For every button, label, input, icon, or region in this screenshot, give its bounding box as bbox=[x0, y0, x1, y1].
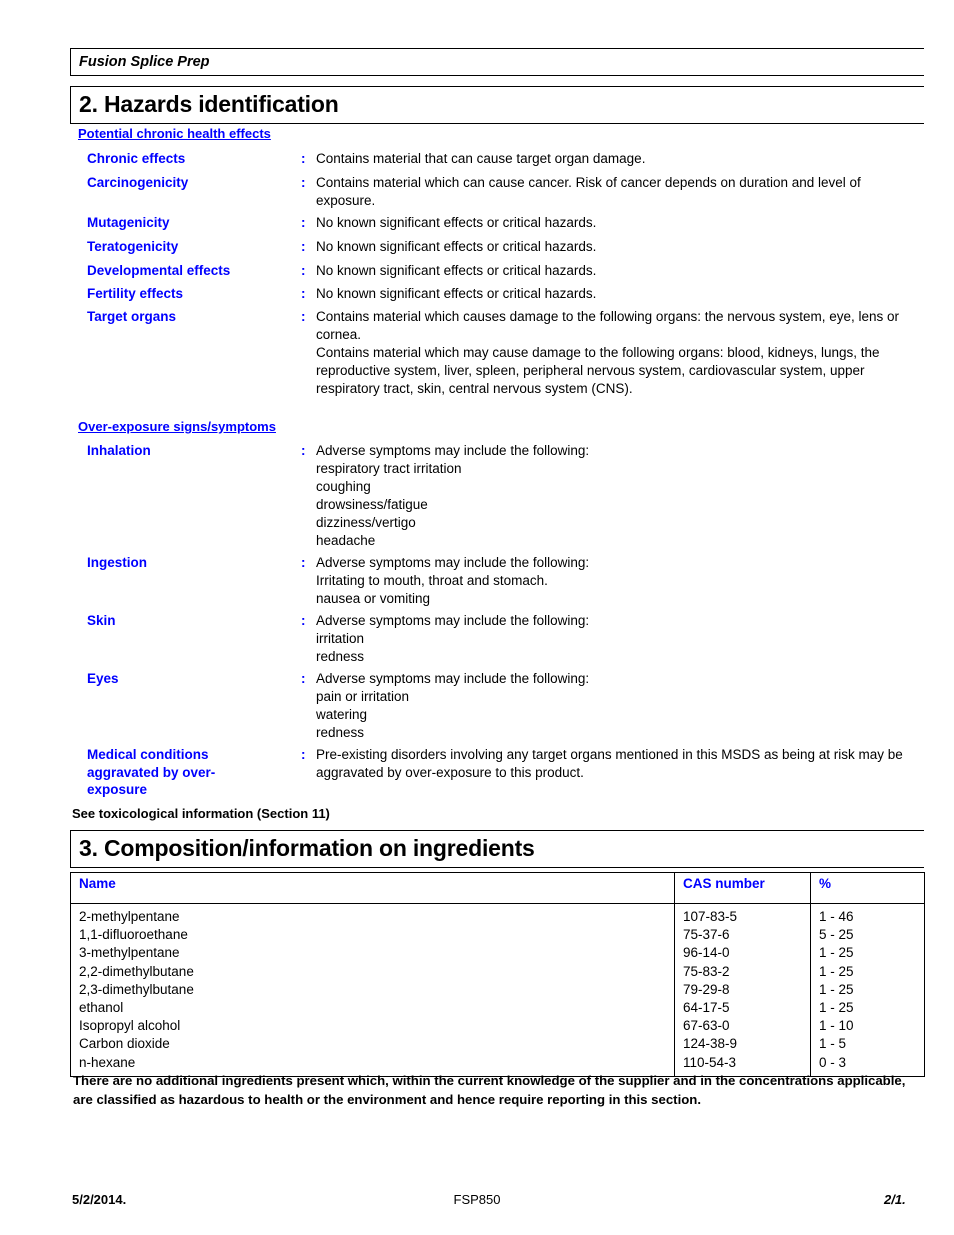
row-label-inhalation: Inhalation bbox=[87, 443, 151, 458]
table-row: 1,1-difluoroethane 75-37-6 5 - 25 bbox=[70, 926, 925, 945]
table-body: 2-methylpentane 107-83-5 1 - 46 1,1-difl… bbox=[70, 903, 925, 1077]
cell-cas: 64-17-5 bbox=[674, 999, 811, 1018]
cell-cas: 96-14-0 bbox=[674, 944, 811, 963]
cell-pct: 1 - 25 bbox=[810, 944, 925, 963]
ingredients-table: Name CAS number % 2-methylpentane 107-83… bbox=[70, 872, 925, 1077]
cell-pct: 1 - 10 bbox=[810, 1017, 925, 1036]
cell-pct: 5 - 25 bbox=[810, 926, 925, 945]
table-header-row: Name CAS number % bbox=[70, 872, 925, 904]
section-3-header: 3. Composition/information on ingredient… bbox=[70, 830, 924, 868]
cell-name: 2,3-dimethylbutane bbox=[70, 980, 675, 1000]
ingredients-disclaimer: There are no additional ingredients pres… bbox=[73, 1073, 906, 1107]
row-colon-mutagenicity: : bbox=[301, 215, 306, 230]
row-label-mutagenicity: Mutagenicity bbox=[87, 215, 170, 230]
row-label-chronic-effects: Chronic effects bbox=[87, 151, 186, 166]
row-label-eyes: Eyes bbox=[87, 671, 119, 686]
row-value-eyes: Adverse symptoms may include the followi… bbox=[316, 671, 590, 740]
section-2-header: 2. Hazards identification bbox=[70, 86, 924, 124]
row-label-ingestion: Ingestion bbox=[87, 555, 147, 570]
row-value-inhalation: Adverse symptoms may include the followi… bbox=[316, 443, 590, 548]
table-row: Isopropyl alcohol 67-63-0 1 - 10 bbox=[70, 1017, 925, 1036]
row-label-teratogenicity: Teratogenicity bbox=[87, 239, 179, 254]
table-row: ethanol 64-17-5 1 - 25 bbox=[70, 999, 925, 1018]
table-row: 2,3-dimethylbutane 79-29-8 1 - 25 bbox=[70, 980, 925, 1000]
row-colon-eyes: : bbox=[301, 671, 306, 686]
row-colon-medical-conditions: : bbox=[301, 747, 306, 762]
cell-name: ethanol bbox=[70, 999, 675, 1018]
table-row: 2-methylpentane 107-83-5 1 - 46 bbox=[70, 903, 925, 927]
cell-cas: 75-83-2 bbox=[674, 962, 811, 981]
row-colon-target-organs: : bbox=[301, 309, 306, 324]
cell-name: Isopropyl alcohol bbox=[70, 1017, 675, 1036]
cell-pct: 1 - 25 bbox=[810, 999, 925, 1018]
row-value-ingestion: Adverse symptoms may include the followi… bbox=[316, 555, 590, 606]
row-value-chronic-effects: Contains material that can cause target … bbox=[316, 151, 646, 166]
row-colon-fertility-effects: : bbox=[301, 286, 306, 301]
row-value-medical-conditions: Pre-existing disorders involving any tar… bbox=[316, 747, 903, 780]
column-header-cas-number: CAS number bbox=[674, 872, 811, 904]
cell-pct: 1 - 5 bbox=[810, 1035, 925, 1054]
msds-page: Fusion Splice Prep 2. Hazards identifica… bbox=[0, 0, 954, 1235]
group-heading-overexposure-signs-symptoms: Over-exposure signs/symptoms bbox=[78, 419, 276, 434]
row-label-fertility-effects: Fertility effects bbox=[87, 286, 184, 301]
product-name-bar: Fusion Splice Prep bbox=[70, 48, 924, 76]
row-value-teratogenicity: No known significant effects or critical… bbox=[316, 239, 597, 254]
cell-name: 2-methylpentane bbox=[70, 903, 675, 927]
row-colon-chronic-effects: : bbox=[301, 151, 306, 166]
section-3-title: 3. Composition/information on ingredient… bbox=[79, 835, 535, 861]
footer-product-code: FSP850 bbox=[453, 1192, 501, 1207]
footer-page-number: 2/1. bbox=[884, 1192, 906, 1207]
cell-name: Carbon dioxide bbox=[70, 1035, 675, 1054]
column-header-name: Name bbox=[70, 872, 675, 904]
row-colon-carcinogenicity: : bbox=[301, 175, 306, 190]
cell-cas: 67-63-0 bbox=[674, 1017, 811, 1036]
table-row: 2,2-dimethylbutane 75-83-2 1 - 25 bbox=[70, 962, 925, 981]
row-colon-inhalation: : bbox=[301, 443, 306, 458]
cell-cas: 75-37-6 bbox=[674, 926, 811, 945]
table-row: Carbon dioxide 124-38-9 1 - 5 bbox=[70, 1035, 925, 1054]
group-heading-chronic-health-effects: Potential chronic health effects bbox=[78, 126, 271, 141]
row-label-skin: Skin bbox=[87, 613, 116, 628]
section-2-title: 2. Hazards identification bbox=[79, 91, 339, 117]
row-label-developmental-effects: Developmental effects bbox=[87, 263, 231, 278]
row-colon-skin: : bbox=[301, 613, 306, 628]
cell-name: 3-methylpentane bbox=[70, 944, 675, 963]
row-value-skin: Adverse symptoms may include the followi… bbox=[316, 613, 590, 664]
toxicological-information-note: See toxicological information (Section 1… bbox=[72, 806, 330, 821]
cell-name: 2,2-dimethylbutane bbox=[70, 962, 675, 981]
product-name: Fusion Splice Prep bbox=[79, 54, 210, 70]
cell-name: 1,1-difluoroethane bbox=[70, 926, 675, 945]
row-colon-developmental-effects: : bbox=[301, 263, 306, 278]
cell-pct: 1 - 25 bbox=[810, 962, 925, 981]
row-value-fertility-effects: No known significant effects or critical… bbox=[316, 286, 597, 301]
cell-pct: 1 - 25 bbox=[810, 980, 925, 1000]
cell-pct: 1 - 46 bbox=[810, 903, 925, 927]
row-value-carcinogenicity: Contains material which can cause cancer… bbox=[316, 175, 861, 208]
cell-cas: 124-38-9 bbox=[674, 1035, 811, 1054]
row-label-medical-conditions: Medical conditions aggravated by over-ex… bbox=[87, 747, 216, 797]
row-colon-ingestion: : bbox=[301, 555, 306, 570]
row-value-target-organs: Contains material which causes damage to… bbox=[316, 309, 900, 396]
cell-cas: 107-83-5 bbox=[674, 903, 811, 927]
row-label-target-organs: Target organs bbox=[87, 309, 177, 324]
row-colon-teratogenicity: : bbox=[301, 239, 306, 254]
row-value-developmental-effects: No known significant effects or critical… bbox=[316, 263, 597, 278]
row-label-carcinogenicity: Carcinogenicity bbox=[87, 175, 189, 190]
cell-cas: 79-29-8 bbox=[674, 980, 811, 1000]
column-header-percent: % bbox=[810, 872, 925, 904]
row-value-mutagenicity: No known significant effects or critical… bbox=[316, 215, 597, 230]
table-row: 3-methylpentane 96-14-0 1 - 25 bbox=[70, 944, 925, 963]
